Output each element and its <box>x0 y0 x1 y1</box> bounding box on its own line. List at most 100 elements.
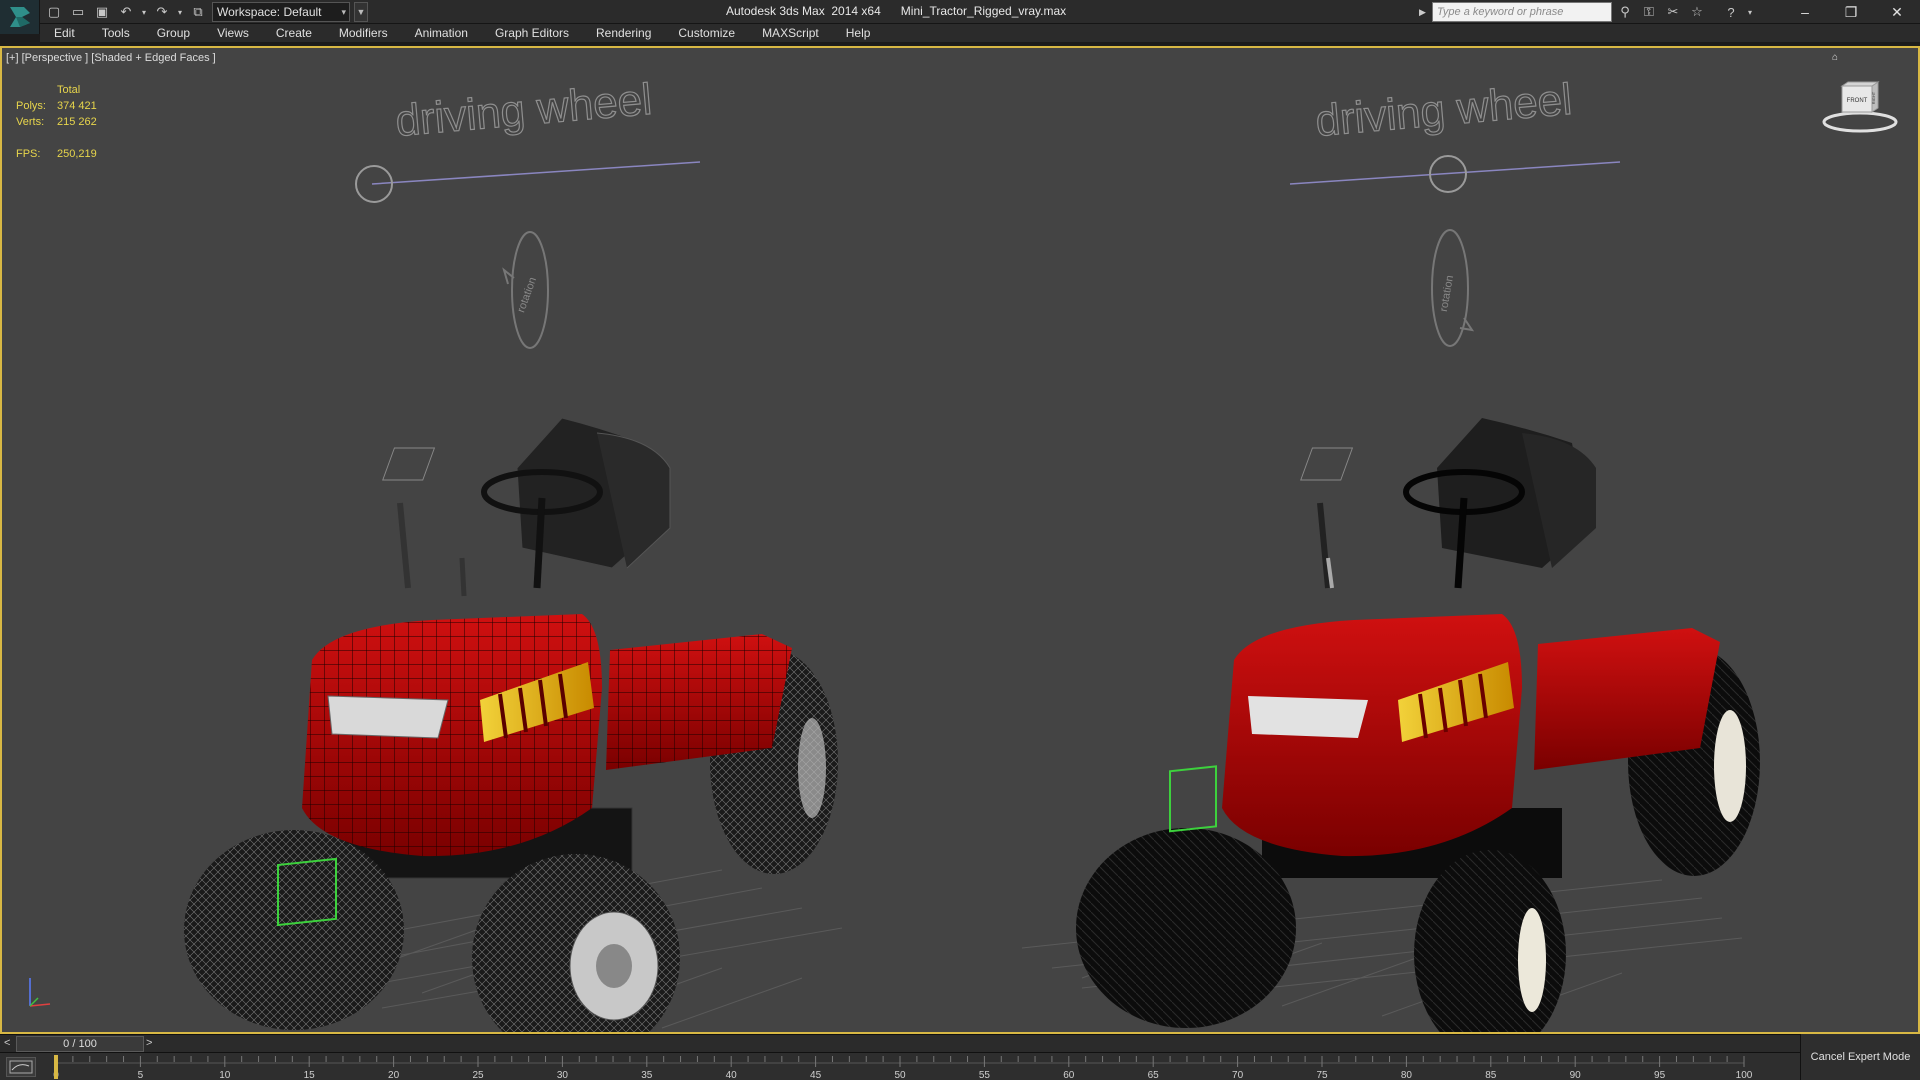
favorites-star-icon[interactable]: ☆ <box>1688 2 1706 22</box>
search-input[interactable]: Type a keyword or phrase <box>1432 2 1612 22</box>
time-slider-thumb[interactable]: 0 / 100 <box>16 1036 144 1052</box>
application-menu-button[interactable] <box>0 0 40 34</box>
rotation-label-left: rotation <box>515 276 539 315</box>
new-file-icon[interactable]: ▢ <box>44 2 64 22</box>
menu-views[interactable]: Views <box>217 26 249 40</box>
viewport-label-menu[interactable]: [+] [Perspective ] [Shaded + Edged Faces… <box>6 52 216 64</box>
ruler-tick-label: 55 <box>979 1070 991 1080</box>
stats-verts-label: Verts: <box>16 116 45 128</box>
rig-title-right: driving wheel <box>1314 75 1574 146</box>
menu-rendering[interactable]: Rendering <box>596 26 651 40</box>
redo-dropdown-icon[interactable]: ▾ <box>176 2 184 22</box>
restore-button[interactable]: ❐ <box>1828 0 1874 24</box>
steering-slider-track-left <box>371 161 701 185</box>
ruler-tick-label: 45 <box>810 1070 822 1080</box>
stats-verts-value: 215 262 <box>57 116 97 128</box>
stats-fps-label: FPS: <box>16 148 41 160</box>
ruler-tick-label: 50 <box>894 1070 906 1080</box>
cancel-expert-mode-button[interactable]: Cancel Expert Mode <box>1800 1034 1920 1080</box>
ruler-tick-label: 30 <box>557 1070 569 1080</box>
ruler-tick-label: 5 <box>138 1070 144 1080</box>
driving-wheel-rig-right[interactable]: driving wheel rotation <box>1289 74 1621 347</box>
ruler-tick-label: 60 <box>1063 1070 1075 1080</box>
project-folder-icon[interactable]: ⧉ <box>188 2 208 22</box>
save-file-icon[interactable]: ▣ <box>92 2 112 22</box>
stats-polys-label: Polys: <box>16 100 46 112</box>
stats-fps-value: 250,219 <box>57 148 97 160</box>
ruler-tick-label: 20 <box>388 1070 400 1080</box>
menu-animation[interactable]: Animation <box>415 26 468 40</box>
chevron-down-icon: ▾ <box>341 7 346 17</box>
window-controls: – ❐ ✕ <box>1782 0 1920 24</box>
ruler-tick-label: 95 <box>1654 1070 1666 1080</box>
menu-modifiers[interactable]: Modifiers <box>339 26 388 40</box>
subscription-icon[interactable]: ⚿ <box>1640 2 1658 22</box>
ruler-tick-label: 75 <box>1316 1070 1328 1080</box>
stats-total-label: Total <box>57 84 81 96</box>
window-title: Autodesk 3ds Max 2014 x64 Mini_Tractor_R… <box>726 4 1066 18</box>
perspective-viewport[interactable]: driving wheel rotation driving wheel rot… <box>0 46 1920 1034</box>
viewcube-compass-ring[interactable] <box>1822 111 1898 133</box>
redo-icon[interactable]: ↷ <box>152 2 172 22</box>
tractor-shaded-right[interactable] <box>1076 418 1760 1032</box>
viewcube-front-label: FRONT <box>1847 98 1868 104</box>
ruler-tick-label: 70 <box>1232 1070 1244 1080</box>
infocenter-collapse-icon[interactable]: ▶ <box>1419 2 1429 22</box>
track-bar[interactable]: 0510152025303540455055606570758085909510… <box>0 1052 1800 1080</box>
viewcube-top-face[interactable] <box>1840 81 1880 87</box>
menu-create[interactable]: Create <box>276 26 312 40</box>
communication-icon[interactable]: ✂ <box>1664 2 1682 22</box>
headlight-left-model <box>327 695 449 739</box>
ruler-tick-label: 25 <box>472 1070 484 1080</box>
help-icon[interactable]: ? <box>1722 2 1740 22</box>
headlight-right-model <box>1248 696 1368 738</box>
open-file-icon[interactable]: ▭ <box>68 2 88 22</box>
help-dropdown-icon[interactable]: ▾ <box>1746 2 1754 22</box>
close-button[interactable]: ✕ <box>1874 0 1920 24</box>
viewcube-home-icon[interactable]: ⌂ <box>1832 52 1838 63</box>
ruler-tick-label: 35 <box>641 1070 653 1080</box>
current-frame-marker[interactable] <box>54 1055 58 1079</box>
menu-bar: Edit Tools Group Views Create Modifiers … <box>40 24 1920 44</box>
viewport-statistics: Total Polys: 374 421 Verts: 215 262 FPS: 25… <box>16 82 97 162</box>
undo-dropdown-icon[interactable]: ▾ <box>140 2 148 22</box>
binoculars-icon[interactable]: ⚲ <box>1616 2 1634 22</box>
axis-tripod-icon <box>29 978 51 1007</box>
file-name: Mini_Tractor_Rigged_vray.max <box>900 4 1067 18</box>
app-name: Autodesk 3ds Max 2014 x64 <box>726 4 881 18</box>
menu-group[interactable]: Group <box>157 26 190 40</box>
front-tire-left-solid[interactable] <box>1076 828 1296 1028</box>
menu-edit[interactable]: Edit <box>54 26 75 40</box>
ruler-tick-label: 65 <box>1148 1070 1160 1080</box>
quick-access-customize-button[interactable]: ▼ <box>354 2 368 22</box>
ruler-tick-label: 100 <box>1736 1070 1753 1080</box>
workspace-label: Workspace: Default <box>217 5 322 19</box>
rig-title-left: driving wheel <box>394 75 654 146</box>
viewcube-right-label: RIGHT <box>1871 91 1876 104</box>
time-slider-prev-button[interactable]: < <box>4 1037 10 1049</box>
viewport-scene[interactable]: driving wheel rotation driving wheel rot… <box>2 48 1918 1032</box>
minimize-button[interactable]: – <box>1782 0 1828 24</box>
menu-tools[interactable]: Tools <box>102 26 130 40</box>
hood-right-model[interactable] <box>1222 614 1522 857</box>
undo-icon[interactable]: ↶ <box>116 2 136 22</box>
time-slider[interactable]: < 0 / 100 > <box>0 1034 1800 1052</box>
stats-polys-value: 374 421 <box>57 100 97 112</box>
infocenter-tools: ⚲ ⚿ ✂ ☆ ? ▾ <box>1616 2 1754 22</box>
rotation-label-right: rotation <box>1438 274 1456 312</box>
workspace-dropdown[interactable]: Workspace: Default ▾ <box>212 2 350 22</box>
mini-curve-editor-icon[interactable] <box>6 1057 36 1077</box>
3ds-max-logo-icon <box>9 7 30 27</box>
driving-wheel-rig-left[interactable]: driving wheel rotation <box>355 74 701 349</box>
menu-customize[interactable]: Customize <box>678 26 735 40</box>
title-bar: ▢ ▭ ▣ ↶ ▾ ↷ ▾ ⧉ Workspace: Default ▾ ▼ A… <box>0 0 1920 34</box>
menu-graph-editors[interactable]: Graph Editors <box>495 26 569 40</box>
quick-access-toolbar: ▢ ▭ ▣ ↶ ▾ ↷ ▾ ⧉ Workspace: Default ▾ ▼ <box>44 2 368 22</box>
time-slider-next-button[interactable]: > <box>146 1037 152 1049</box>
tractor-wireframe-left[interactable] <box>184 417 838 1032</box>
wheel-hub-helper-right[interactable] <box>1169 765 1217 833</box>
fender-right-model[interactable] <box>1534 628 1720 770</box>
menu-help[interactable]: Help <box>846 26 871 40</box>
menu-maxscript[interactable]: MAXScript <box>762 26 819 40</box>
viewcube[interactable]: FRONT RIGHT <box>1820 70 1900 140</box>
